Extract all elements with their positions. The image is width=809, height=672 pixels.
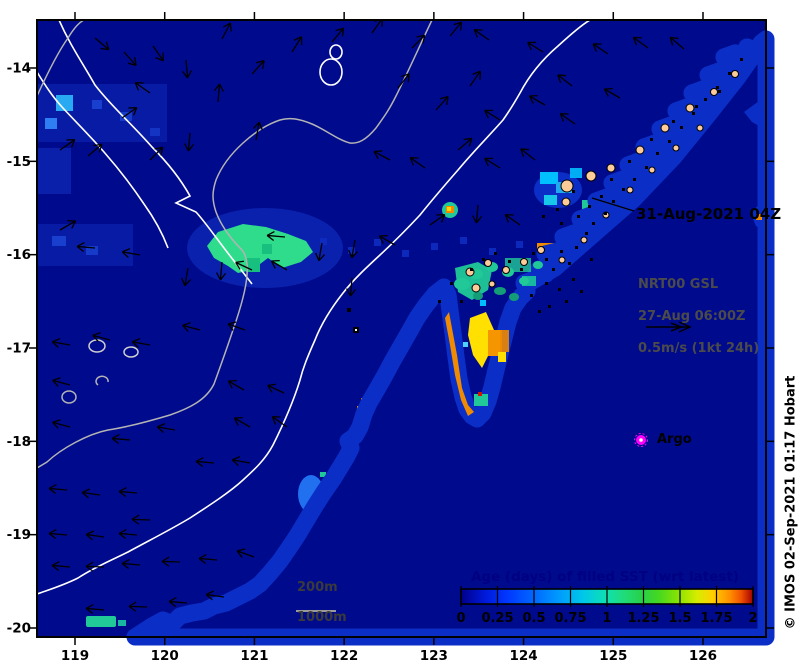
svg-text:-17: -17 xyxy=(7,340,31,356)
x-axis-tick-labels: 119 120 121 122 123 124 125 126 xyxy=(61,648,717,664)
argo-float-label: Argo xyxy=(657,432,692,447)
depth-1000m-label: 1000m xyxy=(297,610,347,625)
svg-text:126: 126 xyxy=(689,648,717,664)
svg-text:0.5: 0.5 xyxy=(522,611,545,626)
svg-text:121: 121 xyxy=(240,648,268,664)
y-axis-tick-labels: -14 -15 -16 -17 -18 -19 -20 xyxy=(7,61,31,637)
svg-text:2: 2 xyxy=(748,611,757,626)
svg-text:0.75: 0.75 xyxy=(554,611,586,626)
svg-text:0.25: 0.25 xyxy=(481,611,513,626)
colorbar-title: Age (days) of filled SST (wrt latest) xyxy=(470,569,740,585)
svg-text:1: 1 xyxy=(602,611,611,626)
svg-text:-15: -15 xyxy=(7,154,31,170)
svg-text:119: 119 xyxy=(61,648,89,664)
svg-text:-20: -20 xyxy=(7,620,31,636)
svg-text:-14: -14 xyxy=(7,61,31,77)
svg-text:125: 125 xyxy=(599,648,627,664)
svg-text:-16: -16 xyxy=(7,247,31,263)
svg-text:123: 123 xyxy=(420,648,448,664)
svg-text:124: 124 xyxy=(509,648,537,664)
svg-text:1.25: 1.25 xyxy=(627,611,659,626)
svg-text:120: 120 xyxy=(151,648,179,664)
depth-200m-label: 200m xyxy=(297,580,338,595)
svg-text:0: 0 xyxy=(456,611,465,626)
copyright-credit: © IMOS 02-Sep-2021 01:17 Hobart xyxy=(783,375,799,630)
analysis-date-label: 31-Aug-2021 04Z xyxy=(636,205,782,223)
svg-text:-19: -19 xyxy=(7,527,31,543)
colorbar-tick-labels: 0 0.25 0.5 0.75 1 1.25 1.5 1.75 2 xyxy=(456,611,757,626)
sst-age-map-figure: 0 0.25 0.5 0.75 1 1.25 1.5 1.75 2 119 120 121 122 12… xyxy=(0,0,809,672)
nrt-model-label: NRT00 GSL xyxy=(638,277,719,292)
svg-text:122: 122 xyxy=(330,648,358,664)
svg-text:1.75: 1.75 xyxy=(700,611,732,626)
nrt-vector-scale-label: 0.5m/s (1kt 24h) xyxy=(638,341,760,356)
svg-text:1.5: 1.5 xyxy=(668,611,691,626)
current-field-info-block: NRT00 GSL 27-Aug 06:00Z 0.5m/s (1kt 24h) xyxy=(638,277,759,357)
depth-contour-legend: 200m 1000m xyxy=(297,580,347,625)
nrt-valid-time-label: 27-Aug 06:00Z xyxy=(638,309,746,324)
svg-text:-18: -18 xyxy=(7,434,31,450)
